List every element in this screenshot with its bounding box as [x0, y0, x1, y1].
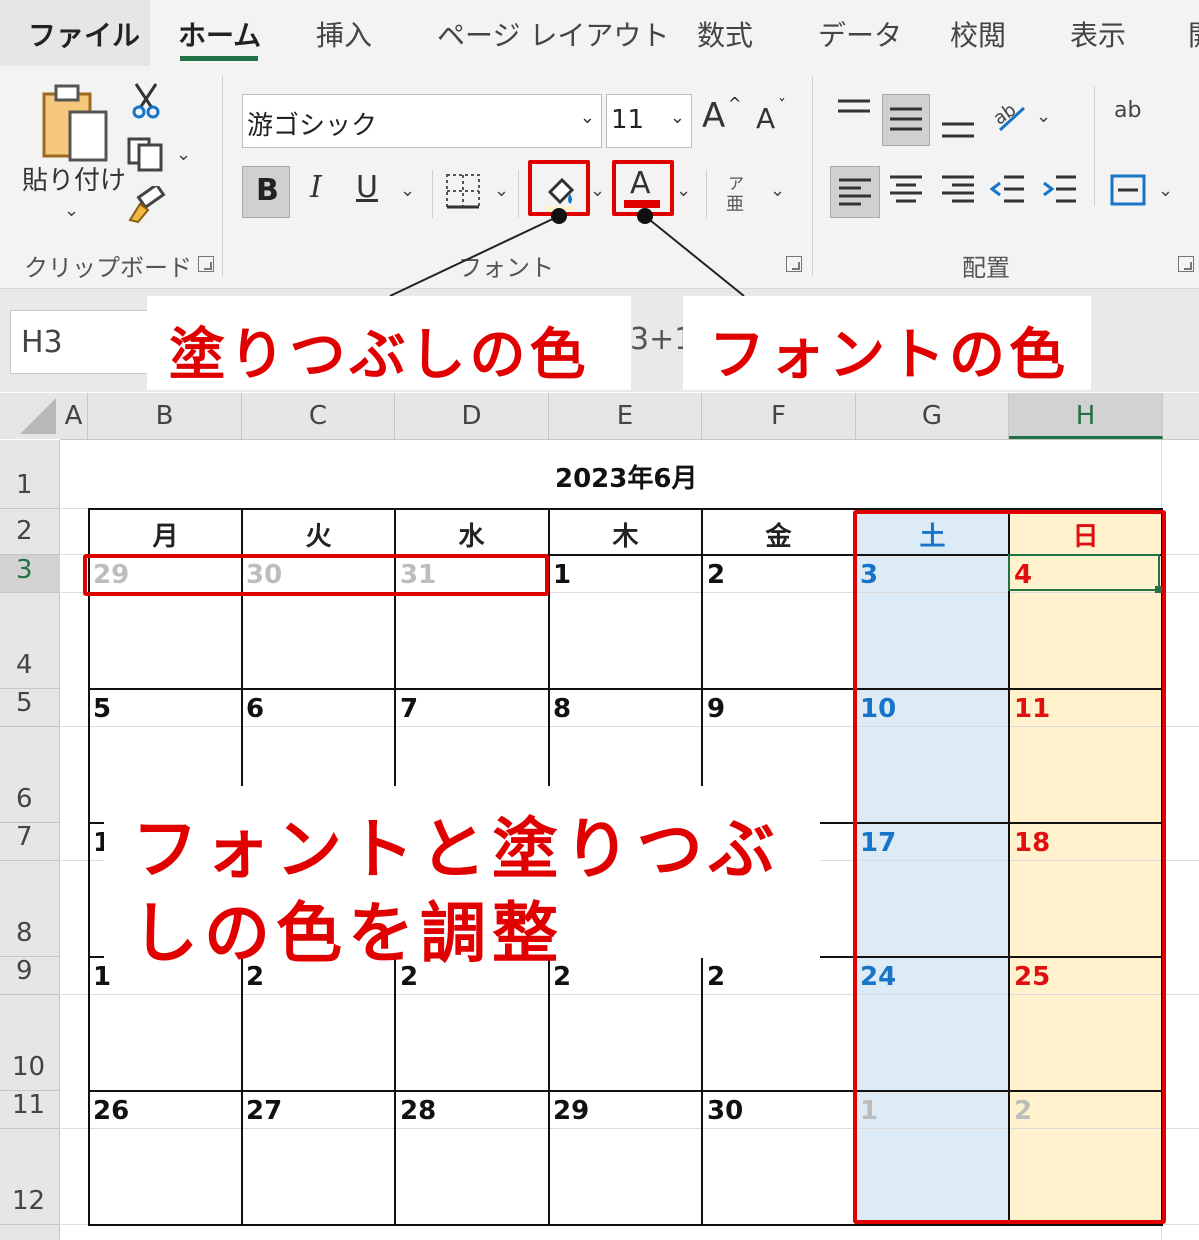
main-callout-line1: フォントと塗りつぶ [132, 811, 781, 888]
calendar-title: 2023年6月 [555, 464, 698, 494]
day-cell[interactable]: 26 [93, 1096, 129, 1126]
day-cell[interactable]: 1 [553, 560, 571, 590]
row-header-11[interactable]: 11 [0, 1090, 60, 1120]
row-divider [0, 860, 60, 861]
row-divider [0, 994, 60, 995]
row-divider [0, 508, 60, 509]
select-all-triangle-icon [20, 398, 56, 434]
row-header-1[interactable]: 1 [0, 470, 60, 500]
gridline [61, 508, 89, 509]
row-headers: 1 2 3 4 5 6 7 8 9 10 11 12 [0, 440, 60, 1240]
day-cell[interactable]: 30 [707, 1096, 743, 1126]
day-cell[interactable]: 9 [707, 694, 725, 724]
row-header-10[interactable]: 10 [0, 1052, 60, 1082]
weekday-thu: 木 [612, 522, 639, 552]
callout-dot [551, 208, 567, 224]
main-callout: フォントと塗りつぶ しの色を調整 [104, 786, 820, 972]
weekday-fri: 金 [765, 522, 792, 552]
row-header-6[interactable]: 6 [0, 784, 60, 814]
day-cell[interactable]: 2 [707, 962, 725, 992]
weekday-wed: 水 [458, 522, 485, 552]
day-cell[interactable]: 6 [246, 694, 264, 724]
day-cell[interactable]: 8 [553, 694, 571, 724]
row-divider [0, 1224, 60, 1225]
row-header-3[interactable]: 3 [0, 555, 60, 592]
weekday-tue: 火 [305, 522, 332, 552]
day-cell[interactable]: 29 [553, 1096, 589, 1126]
row-divider [0, 726, 60, 727]
weekday-mon: 月 [152, 522, 179, 552]
font-color-callout-text: フォントの色 [709, 323, 1069, 388]
fill-color-callout: 塗りつぶしの色 [147, 296, 631, 390]
row-divider [0, 1128, 60, 1129]
column-headers: A B C D E F G H [60, 393, 1199, 440]
row-header-8[interactable]: 8 [0, 918, 60, 948]
day-cell[interactable]: 5 [93, 694, 111, 724]
row-header-12[interactable]: 12 [0, 1186, 60, 1216]
day-cell[interactable]: 1 [93, 962, 111, 992]
calendar-border [88, 1224, 1162, 1226]
weekend-columns-highlight [853, 510, 1166, 1224]
fill-color-callout-text: 塗りつぶしの色 [169, 323, 590, 388]
row-header-9[interactable]: 9 [0, 956, 60, 986]
row-divider [0, 592, 60, 593]
other-month-days-highlight [83, 554, 549, 596]
day-cell[interactable]: 28 [400, 1096, 436, 1126]
day-cell[interactable]: 7 [400, 694, 418, 724]
font-color-callout: フォントの色 [683, 296, 1091, 390]
day-cell[interactable]: 27 [246, 1096, 282, 1126]
callout-dot [637, 208, 653, 224]
calendar-border [88, 508, 90, 1226]
row-header-7[interactable]: 7 [0, 822, 60, 852]
row-header-4[interactable]: 4 [0, 650, 60, 680]
main-callout-line2: しの色を調整 [132, 895, 564, 972]
row-header-5[interactable]: 5 [0, 688, 60, 718]
row-header-2[interactable]: 2 [0, 516, 60, 546]
day-cell[interactable]: 2 [707, 560, 725, 590]
